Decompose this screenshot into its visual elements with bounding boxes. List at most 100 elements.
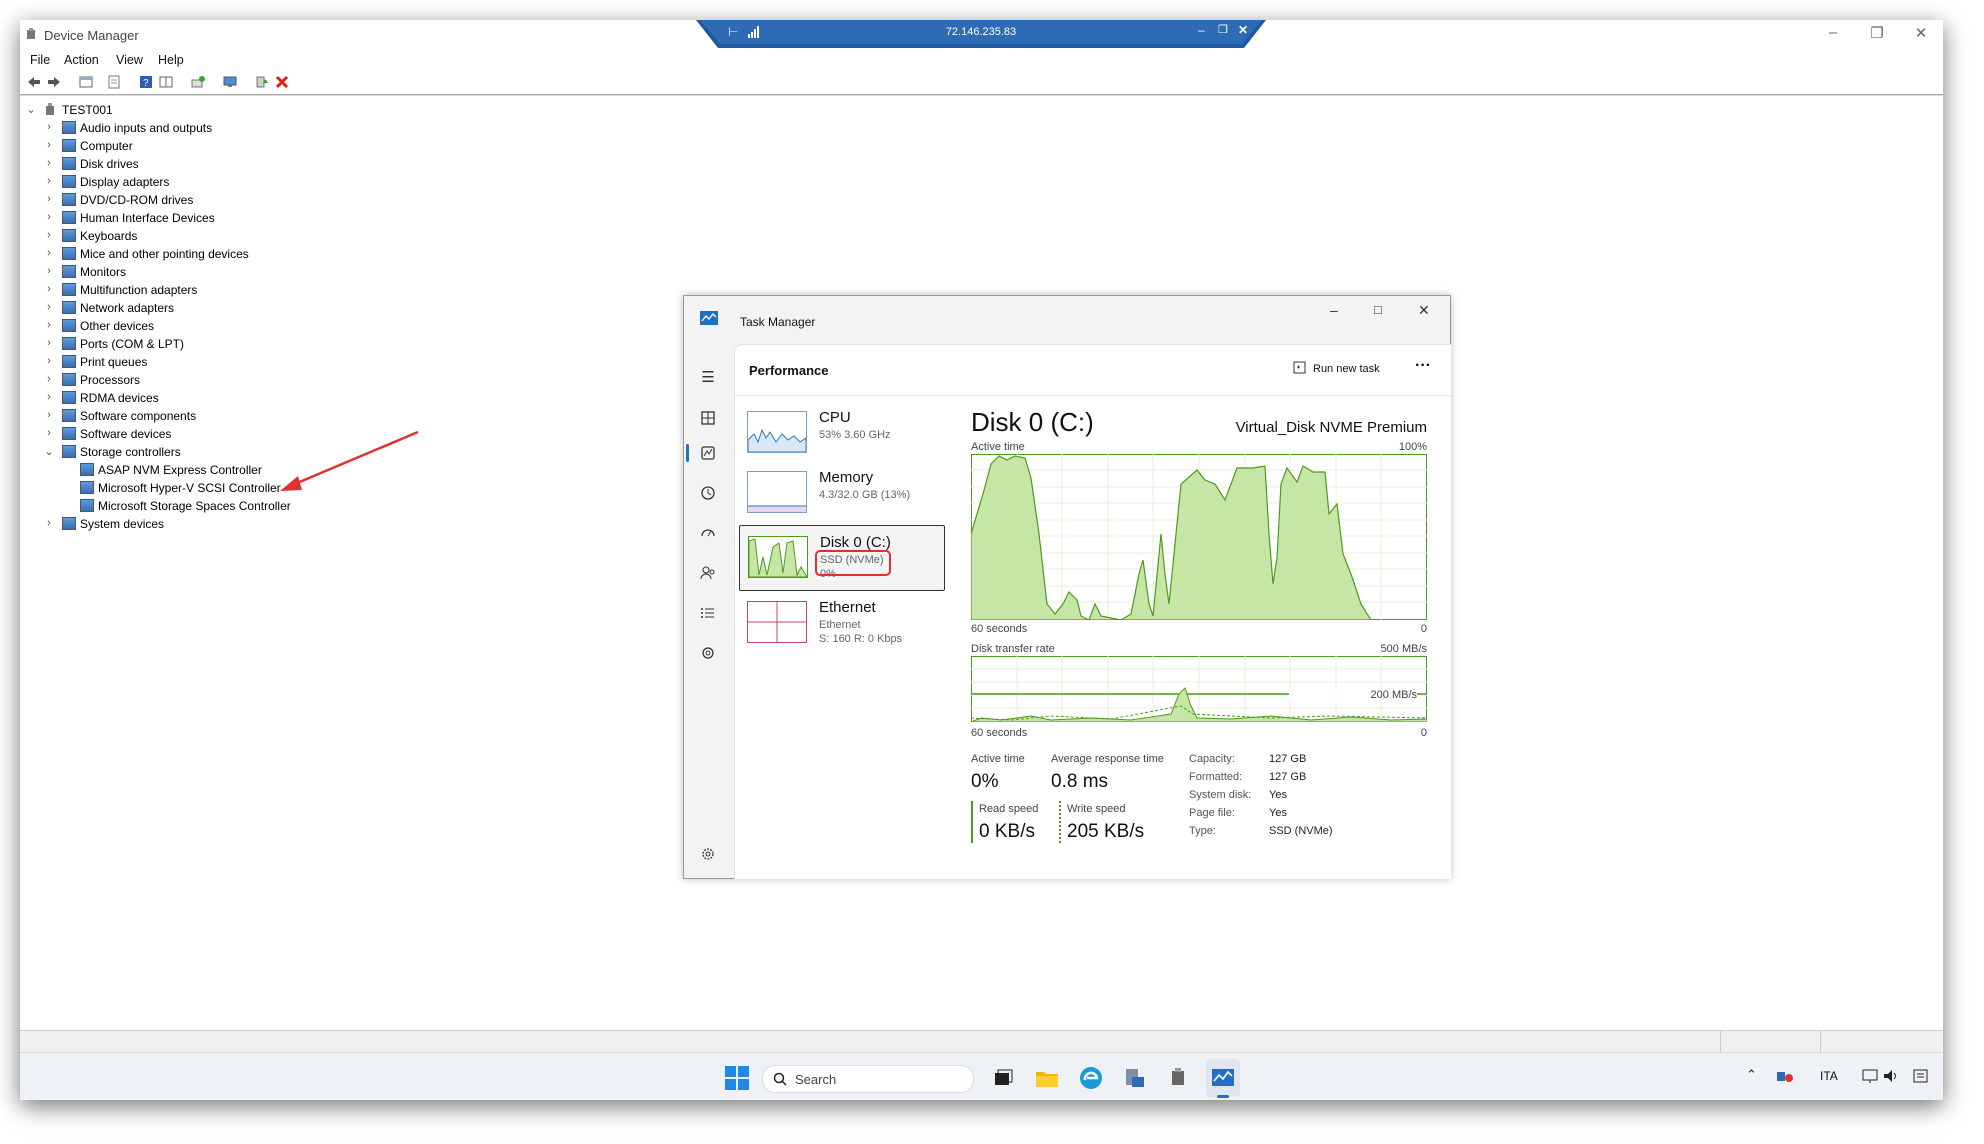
task-manager-window: Task Manager – □ ✕ ☰ Performance Run new… — [683, 295, 1451, 879]
chevron-right-icon[interactable]: › — [44, 265, 54, 277]
chevron-right-icon[interactable]: › — [44, 301, 54, 313]
perf-item-cpu[interactable]: CPU 53% 3.60 GHz — [739, 401, 943, 465]
menu-view[interactable]: View — [116, 53, 143, 67]
remote-close-icon[interactable]: ✕ — [1238, 23, 1248, 37]
chevron-right-icon[interactable]: › — [44, 121, 54, 133]
menu-help[interactable]: Help — [158, 53, 184, 67]
prop-page-file-label: Page file: — [1189, 807, 1235, 819]
read-speed-value: 0 KB/s — [979, 821, 1035, 842]
hamburger-icon[interactable]: ☰ — [698, 368, 718, 388]
task-manager-taskbar-icon[interactable] — [1210, 1065, 1236, 1091]
remote-restore-icon[interactable]: ❐ — [1218, 23, 1228, 36]
server-manager-icon[interactable] — [1122, 1065, 1148, 1091]
chevron-right-icon[interactable]: › — [44, 247, 54, 259]
tree-item-label: Software devices — [80, 427, 172, 441]
tree-item-label: Mice and other pointing devices — [80, 247, 249, 261]
perf-item-memory[interactable]: Memory 4.3/32.0 GB (13%) — [739, 461, 943, 525]
monitor-icon[interactable] — [222, 74, 238, 90]
enable-device-icon[interactable] — [254, 74, 270, 90]
volume-icon[interactable] — [1882, 1068, 1900, 1084]
memory-sub: 4.3/32.0 GB (13%) — [819, 489, 911, 501]
remote-minimize-icon[interactable]: – — [1198, 23, 1205, 37]
chevron-right-icon[interactable]: › — [44, 427, 54, 439]
users-icon[interactable] — [698, 563, 718, 583]
prop-system-disk-label: System disk: — [1189, 789, 1252, 801]
task-manager-titlebar: Task Manager – □ ✕ — [684, 296, 1450, 344]
tray-network-icon[interactable] — [1776, 1069, 1794, 1085]
chevron-right-icon[interactable]: › — [44, 409, 54, 421]
tm-maximize-button[interactable]: □ — [1374, 302, 1382, 317]
task-manager-app-icon — [700, 311, 718, 325]
chevron-down-icon[interactable]: ⌄ — [44, 445, 54, 458]
chevron-right-icon[interactable]: › — [44, 355, 54, 367]
taskbar-search-box[interactable]: Search — [762, 1065, 974, 1093]
svg-text:?: ? — [143, 78, 149, 89]
chevron-right-icon[interactable]: › — [44, 283, 54, 295]
chevron-right-icon[interactable]: › — [44, 157, 54, 169]
display-tray-icon[interactable] — [1862, 1068, 1880, 1084]
cpu-name: CPU — [819, 409, 851, 426]
chevron-down-icon[interactable]: ⌄ — [26, 103, 36, 116]
write-speed-label: Write speed — [1067, 803, 1126, 815]
performance-icon[interactable] — [698, 443, 718, 463]
chevron-right-icon[interactable]: › — [44, 391, 54, 403]
device-manager-taskbar-icon[interactable] — [1166, 1065, 1192, 1091]
scan-hardware-icon[interactable] — [190, 74, 206, 90]
tm-close-button[interactable]: ✕ — [1418, 302, 1430, 319]
chevron-right-icon[interactable]: › — [44, 229, 54, 241]
prop-page-file-value: Yes — [1269, 807, 1287, 819]
chevron-right-icon[interactable]: › — [44, 175, 54, 187]
document-icon[interactable] — [106, 74, 122, 90]
details-icon[interactable] — [698, 603, 718, 623]
chevron-right-icon[interactable]: › — [44, 517, 54, 529]
chevron-right-icon[interactable]: › — [44, 139, 54, 151]
software-component-icon — [62, 409, 76, 422]
chevron-up-icon[interactable]: ⌃ — [1746, 1067, 1757, 1083]
tree-item-label: Storage controllers — [80, 445, 181, 459]
start-icon[interactable] — [724, 1065, 750, 1091]
root-label: TEST001 — [62, 103, 113, 117]
menu-action[interactable]: Action — [64, 53, 99, 67]
run-task-icon[interactable] — [1293, 361, 1307, 375]
restore-button[interactable]: ❐ — [1862, 24, 1892, 42]
back-arrow-icon[interactable] — [26, 74, 42, 90]
minimize-button[interactable]: – — [1818, 24, 1848, 41]
chevron-right-icon[interactable]: › — [44, 373, 54, 385]
processes-icon[interactable] — [698, 408, 718, 428]
tm-minimize-button[interactable]: – — [1330, 302, 1338, 318]
settings-gear-icon[interactable] — [698, 844, 718, 864]
chevron-right-icon[interactable]: › — [44, 211, 54, 223]
properties-view-icon[interactable] — [78, 74, 94, 90]
window-grid-icon[interactable] — [158, 74, 174, 90]
language-indicator[interactable]: ITA — [1820, 1069, 1838, 1083]
disk-thumbnail — [748, 536, 808, 578]
status-bar — [20, 1030, 1943, 1053]
services-icon[interactable] — [698, 643, 718, 663]
file-explorer-icon[interactable] — [1034, 1065, 1060, 1091]
window-title: Device Manager — [44, 28, 139, 43]
perf-item-disk[interactable]: Disk 0 (C:) SSD (NVMe) 0% — [739, 525, 945, 591]
menu-file[interactable]: File — [30, 53, 50, 67]
help-icon[interactable]: ? — [138, 74, 154, 90]
task-view-icon[interactable] — [990, 1065, 1016, 1091]
chevron-right-icon[interactable]: › — [44, 337, 54, 349]
edge-browser-icon[interactable] — [1078, 1065, 1104, 1091]
app-history-icon[interactable] — [698, 483, 718, 503]
run-new-task-button[interactable]: Run new task — [1313, 363, 1380, 375]
highlight-box — [815, 550, 891, 576]
perf-item-ethernet[interactable]: Ethernet Ethernet S: 160 R: 0 Kbps — [739, 591, 943, 655]
printer-icon — [62, 355, 76, 368]
prop-capacity-label: Capacity: — [1189, 753, 1235, 765]
notification-icon[interactable] — [1912, 1068, 1930, 1084]
memory-thumbnail — [747, 471, 807, 513]
monitor-icon — [62, 265, 76, 278]
close-button[interactable]: ✕ — [1906, 24, 1936, 42]
startup-apps-icon[interactable] — [698, 523, 718, 543]
more-options-button[interactable]: ··· — [1415, 357, 1431, 375]
transfer-max: 500 MB/s — [1380, 643, 1427, 655]
uninstall-icon[interactable] — [274, 74, 290, 90]
chevron-right-icon[interactable]: › — [44, 193, 54, 205]
chevron-right-icon[interactable]: › — [44, 319, 54, 331]
forward-arrow-icon[interactable] — [46, 74, 62, 90]
menu-bar: File Action View Help — [20, 50, 1943, 70]
